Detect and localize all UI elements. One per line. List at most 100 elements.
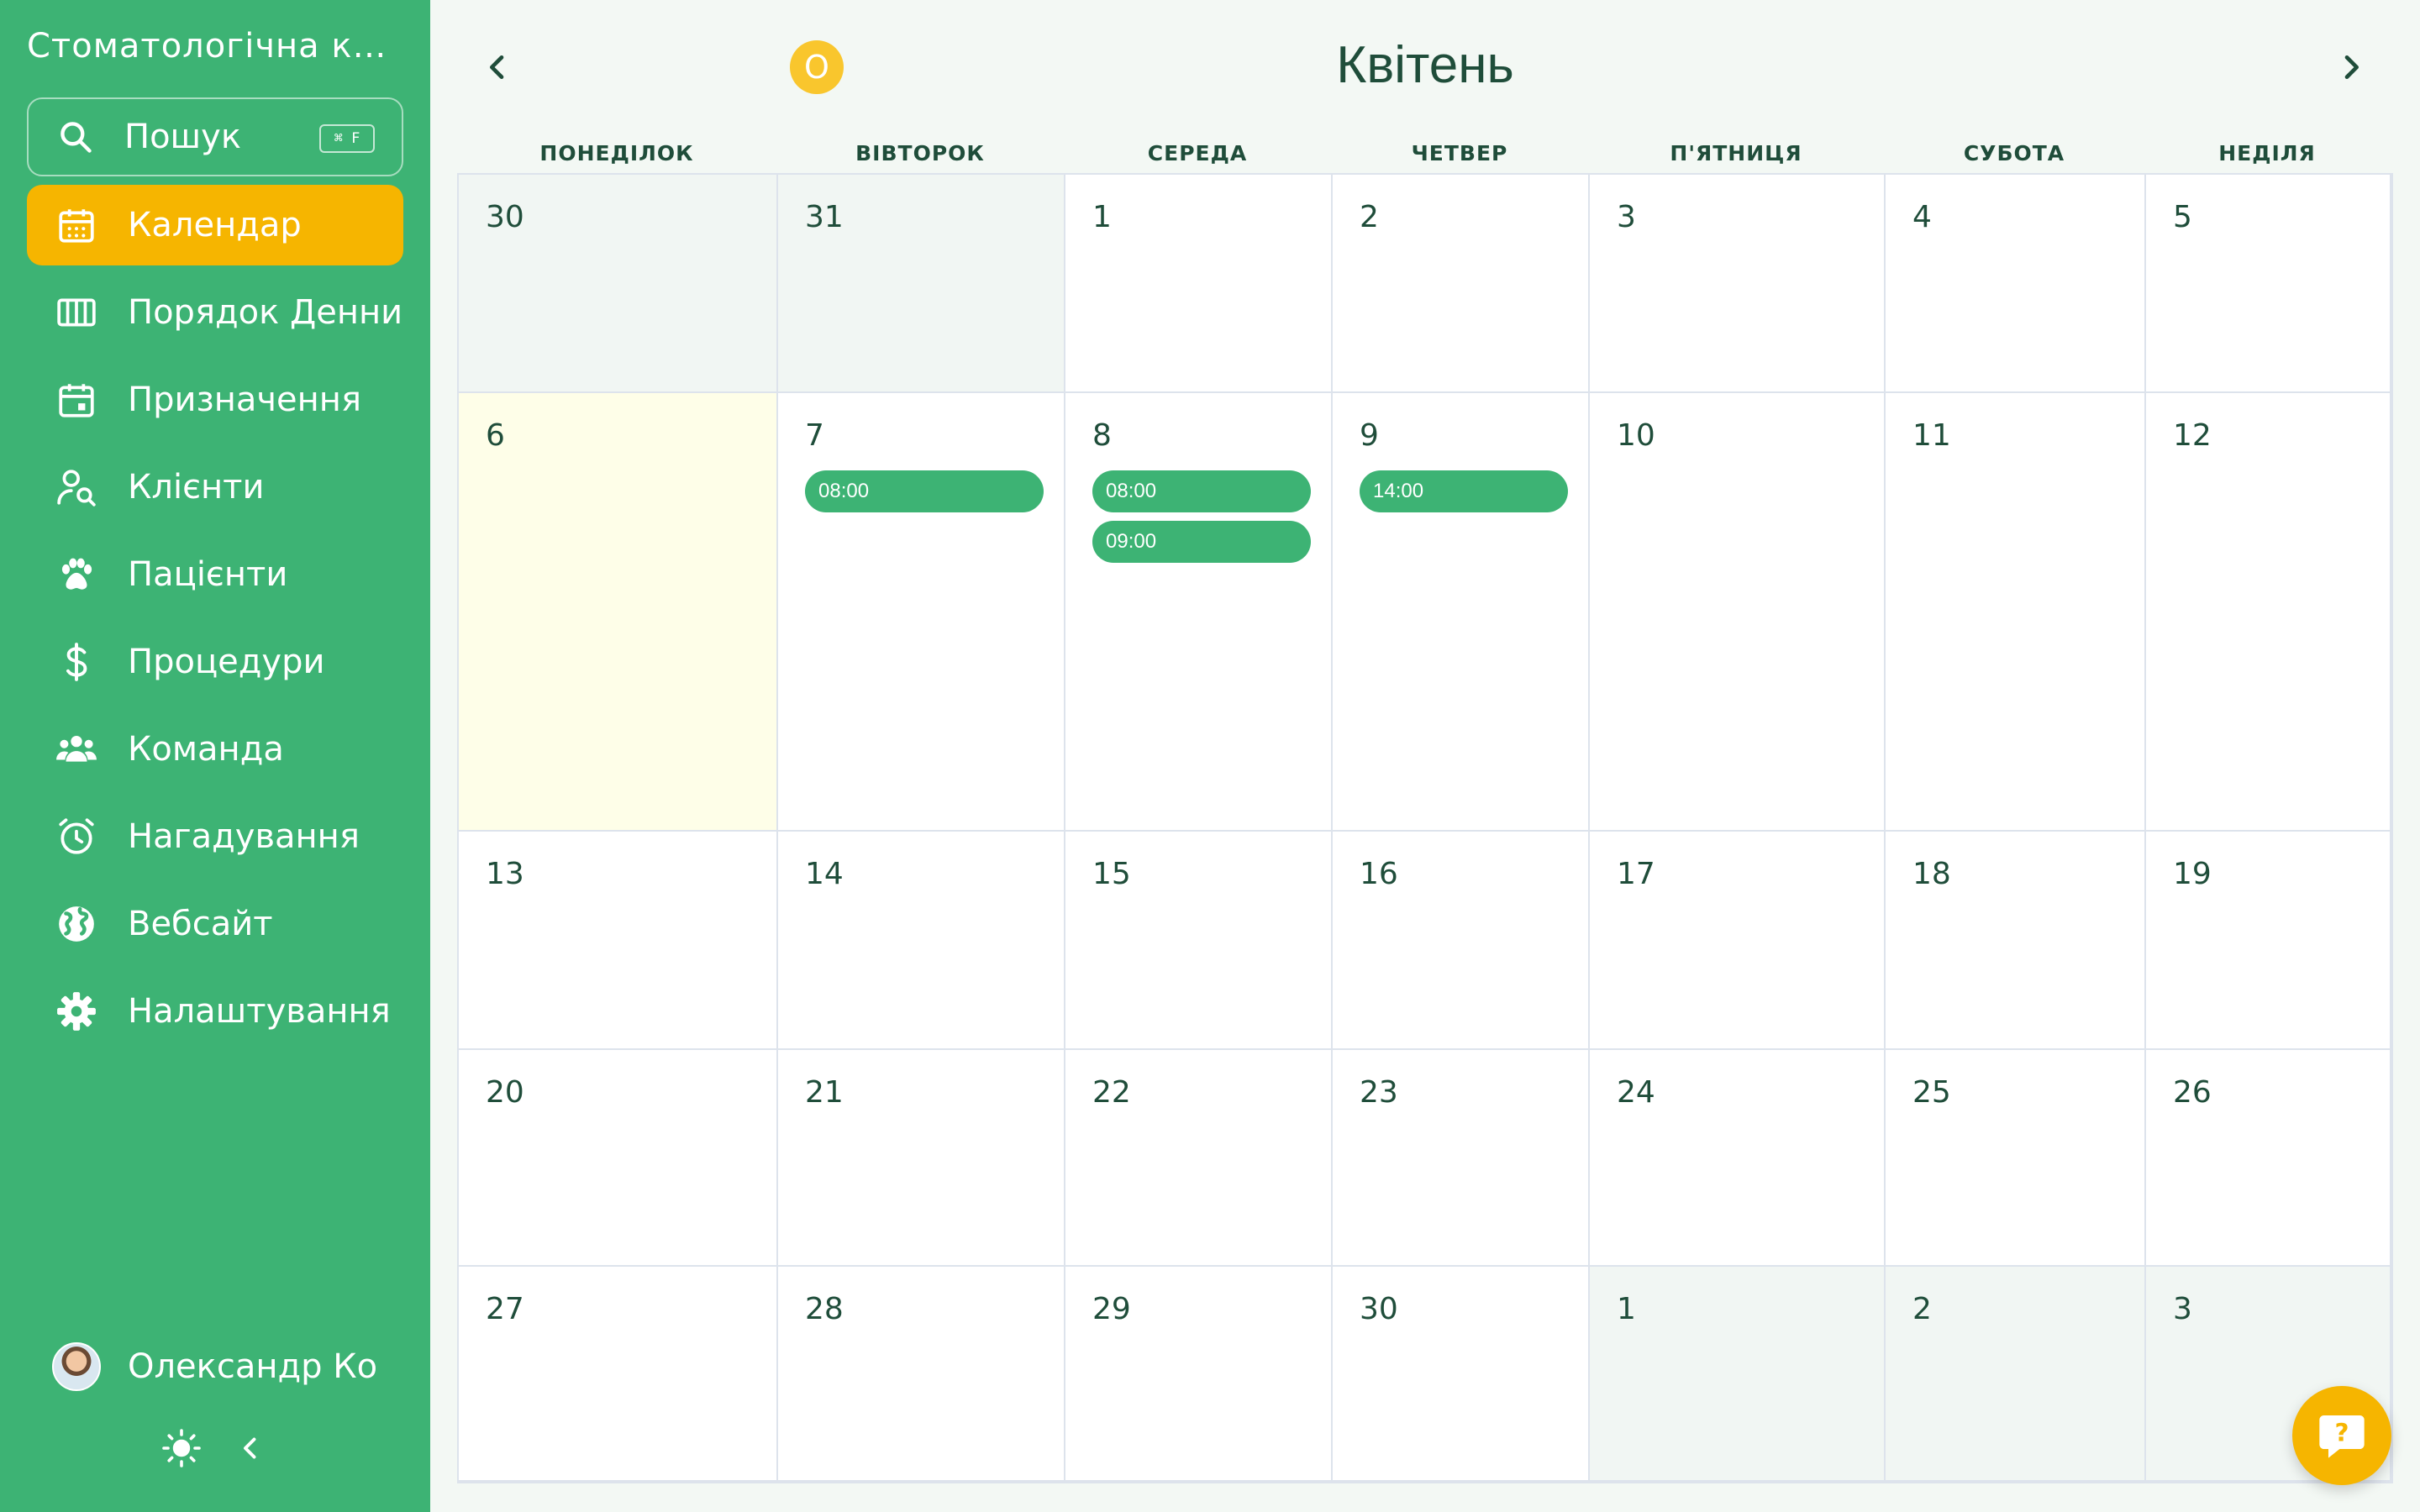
- day-cell[interactable]: 1: [1065, 175, 1333, 393]
- day-cell[interactable]: 16: [1333, 832, 1590, 1050]
- day-number: 11: [1912, 418, 1951, 453]
- weekday-label: ЧЕТВЕР: [1411, 141, 1508, 165]
- sidebar-item-label: Порядок Денний: [128, 293, 403, 332]
- day-number: 9: [1360, 418, 1379, 453]
- day-cell[interactable]: 23: [1333, 1050, 1590, 1267]
- sidebar-item-label: Нагадування: [128, 817, 360, 856]
- day-number: 15: [1092, 857, 1131, 891]
- day-cell[interactable]: 9 14:00: [1333, 393, 1590, 832]
- day-number: 2: [1360, 200, 1379, 234]
- weekday-label: НЕДІЛЯ: [2218, 141, 2316, 165]
- help-button[interactable]: ?: [2292, 1386, 2391, 1485]
- day-number: 20: [486, 1075, 524, 1110]
- weekday-label: ПОНЕДІЛОК: [539, 141, 694, 165]
- sidebar-item-label: Вебсайт: [128, 905, 273, 943]
- day-number: 7: [805, 418, 824, 453]
- avatar: [52, 1342, 101, 1391]
- day-cell[interactable]: 30: [459, 175, 778, 393]
- day-number: 4: [1912, 200, 1932, 234]
- day-cell[interactable]: 28: [778, 1267, 1065, 1482]
- weekday-label: ВІВТОРОК: [855, 141, 985, 165]
- day-number: 3: [1617, 200, 1636, 234]
- alarm-icon: [55, 816, 97, 858]
- user-search-icon: [55, 466, 97, 508]
- day-cell[interactable]: 4: [1886, 175, 2146, 393]
- day-cell[interactable]: 8 08:00 09:00: [1065, 393, 1333, 832]
- sidebar-item-agenda[interactable]: Порядок Денний: [27, 272, 403, 353]
- gear-icon: [55, 990, 97, 1032]
- day-number: 28: [805, 1292, 844, 1326]
- day-cell[interactable]: 7 08:00: [778, 393, 1065, 832]
- user-profile[interactable]: Олександр Коваленко: [52, 1342, 380, 1391]
- day-number: 5: [2173, 200, 2192, 234]
- sidebar-item-reminders[interactable]: Нагадування: [27, 796, 403, 877]
- search-box[interactable]: Пошук ⌘ F: [27, 97, 403, 176]
- sidebar-item-label: Налаштування: [128, 992, 391, 1031]
- sidebar-item-procedures[interactable]: Процедури: [27, 622, 403, 702]
- sidebar-item-website[interactable]: Вебсайт: [27, 884, 403, 964]
- day-cell[interactable]: 2: [1886, 1267, 2146, 1482]
- appointment-event[interactable]: 09:00: [1092, 521, 1311, 563]
- team-icon: [55, 728, 97, 770]
- calendar-icon: [55, 204, 97, 246]
- day-cell[interactable]: 30: [1333, 1267, 1590, 1482]
- day-cell[interactable]: 13: [459, 832, 778, 1050]
- day-cell[interactable]: 21: [778, 1050, 1065, 1267]
- day-number: 24: [1617, 1075, 1655, 1110]
- next-month-button[interactable]: [2334, 49, 2368, 86]
- sidebar-item-clients[interactable]: Клієнти: [27, 447, 403, 528]
- day-cell[interactable]: 17: [1590, 832, 1886, 1050]
- day-cell[interactable]: 2: [1333, 175, 1590, 393]
- search-label: Пошук: [124, 118, 241, 156]
- search-icon: [57, 118, 94, 155]
- day-cell[interactable]: 1: [1590, 1267, 1886, 1482]
- day-cell[interactable]: 11: [1886, 393, 2146, 832]
- day-number: 31: [805, 200, 844, 234]
- day-number: 14: [805, 857, 844, 891]
- day-cell[interactable]: 5: [2146, 175, 2391, 393]
- sidebar-item-team[interactable]: Команда: [27, 709, 403, 790]
- appointment-event[interactable]: 08:00: [1092, 470, 1311, 512]
- sidebar: Стоматологічна клініка Пошук ⌘ F Календа…: [0, 0, 430, 1512]
- day-number: 1: [1617, 1292, 1636, 1326]
- day-cell[interactable]: 12: [2146, 393, 2391, 832]
- sidebar-item-label: Календар: [128, 206, 302, 244]
- user-name: Олександр Коваленко: [128, 1347, 380, 1386]
- day-cell[interactable]: 6: [459, 393, 778, 832]
- theme-toggle-sun-icon[interactable]: [161, 1428, 202, 1468]
- collapse-sidebar-icon[interactable]: [235, 1431, 266, 1465]
- sidebar-item-label: Клієнти: [128, 468, 265, 507]
- day-number: 8: [1092, 418, 1112, 453]
- day-cell[interactable]: 20: [459, 1050, 778, 1267]
- day-cell[interactable]: 27: [459, 1267, 778, 1482]
- day-number: 2: [1912, 1292, 1932, 1326]
- day-cell[interactable]: 14: [778, 832, 1065, 1050]
- day-cell[interactable]: 18: [1886, 832, 2146, 1050]
- appointment-event[interactable]: 14:00: [1360, 470, 1568, 512]
- weekday-label: СЕРЕДА: [1147, 141, 1248, 165]
- weekday-label: П'ЯТНИЦЯ: [1670, 141, 1802, 165]
- sidebar-item-label: Призначення: [128, 381, 362, 419]
- day-cell[interactable]: 19: [2146, 832, 2391, 1050]
- day-number: 12: [2173, 418, 2212, 453]
- day-cell[interactable]: 31: [778, 175, 1065, 393]
- day-cell[interactable]: 29: [1065, 1267, 1333, 1482]
- day-number: 25: [1912, 1075, 1951, 1110]
- day-cell[interactable]: 15: [1065, 832, 1333, 1050]
- day-cell[interactable]: 26: [2146, 1050, 2391, 1267]
- svg-text:?: ?: [2334, 1419, 2349, 1447]
- sidebar-item-calendar[interactable]: Календар: [27, 185, 403, 265]
- columns-icon: [55, 291, 97, 333]
- day-cell[interactable]: 10: [1590, 393, 1886, 832]
- day-cell[interactable]: 24: [1590, 1050, 1886, 1267]
- day-cell[interactable]: 25: [1886, 1050, 2146, 1267]
- sidebar-item-patients[interactable]: Пацієнти: [27, 534, 403, 615]
- appointment-event[interactable]: 08:00: [805, 470, 1044, 512]
- sidebar-item-appointments[interactable]: Призначення: [27, 360, 403, 440]
- day-cell[interactable]: 3: [1590, 175, 1886, 393]
- day-number: 30: [486, 200, 524, 234]
- day-number: 19: [2173, 857, 2212, 891]
- day-cell[interactable]: 22: [1065, 1050, 1333, 1267]
- day-number: 18: [1912, 857, 1951, 891]
- sidebar-item-settings[interactable]: Налаштування: [27, 971, 403, 1052]
